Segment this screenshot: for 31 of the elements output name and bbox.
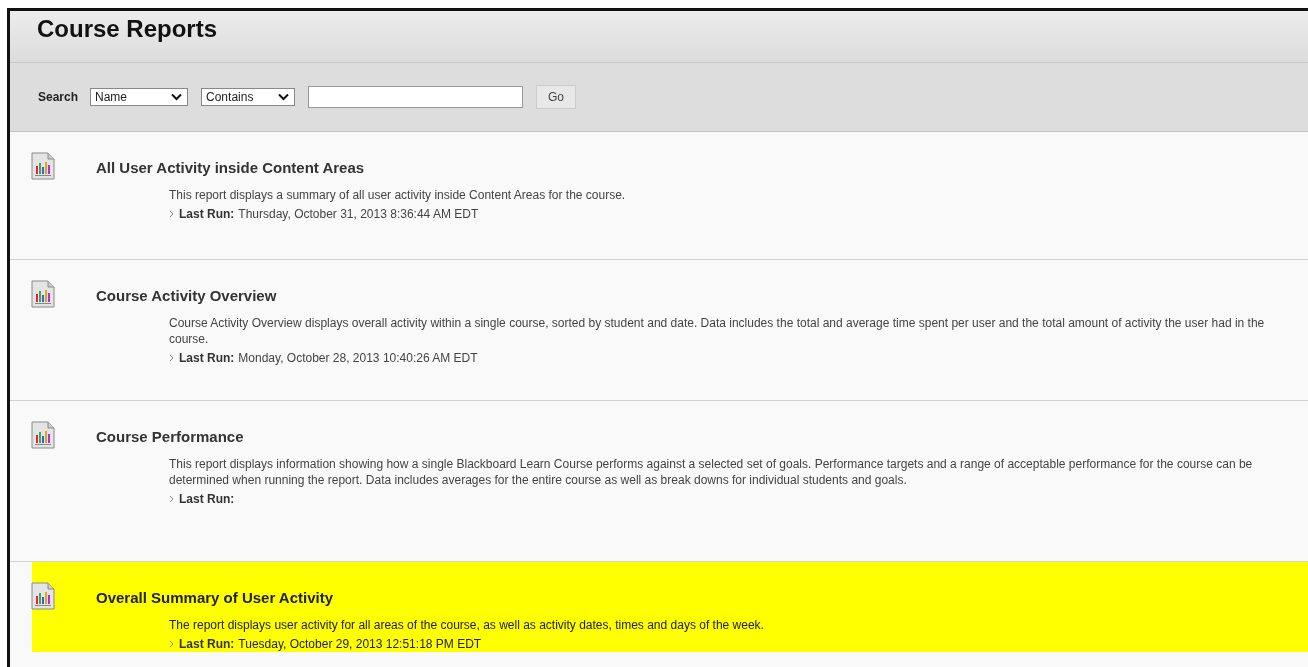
last-run-label: Last Run: (179, 491, 235, 507)
chevron-icon (169, 354, 174, 362)
report-title[interactable]: Overall Summary of User Activity (96, 589, 1308, 606)
field-dropdown[interactable]: Name (90, 88, 189, 106)
search-label: Search (38, 90, 79, 104)
report-chart-icon (30, 582, 56, 610)
last-run-date: Monday, October 28, 2013 10:40:26 AM EDT (238, 350, 478, 366)
chevron-icon (169, 210, 174, 218)
last-run-label: Last Run: (179, 350, 235, 366)
report-title[interactable]: All User Activity inside Content Areas (96, 159, 1308, 176)
report-description: This report displays information showing how a single Blackboard Learn Course performs against a selected set of goals. Performance targets and a range of acceptable performance for the course can be determined when running the report. Data includes averages for the entire course as well as break downs for individual students and goals. (169, 456, 1254, 488)
report-description: Course Activity Overview displays overall activity within a single course, sorted by student and date. Data includes the total and average time spent per user and the total amount of activity the user had in the course. (169, 315, 1266, 347)
caret-icon (171, 93, 183, 101)
report-description: This report displays a summary of all user activity inside Content Areas for the course. (169, 187, 627, 203)
report-title[interactable]: Course Performance (96, 428, 1308, 445)
last-run-date: Thursday, October 31, 2013 8:36:44 AM EDT (238, 206, 479, 222)
report-chart-icon (30, 280, 56, 308)
chevron-icon (169, 495, 174, 503)
chevron-icon (169, 640, 174, 648)
operator-dropdown[interactable]: Contains (201, 88, 296, 106)
report-chart-icon (30, 421, 56, 449)
report-chart-icon (30, 152, 56, 180)
page-title: Course Reports (37, 14, 219, 43)
caret-icon (278, 93, 290, 101)
report-title[interactable]: Course Activity Overview (96, 287, 1308, 304)
last-run-label: Last Run: (179, 206, 235, 222)
last-run-label: Last Run: (179, 636, 235, 652)
go-button[interactable]: Go (536, 85, 577, 109)
report-description: The report displays user activity for all areas of the course, as well as activity dates, times and days of the week. (169, 617, 765, 633)
last-run-date: Tuesday, October 29, 2013 12:51:18 PM EDT (238, 636, 482, 652)
search-field[interactable] (308, 86, 524, 108)
